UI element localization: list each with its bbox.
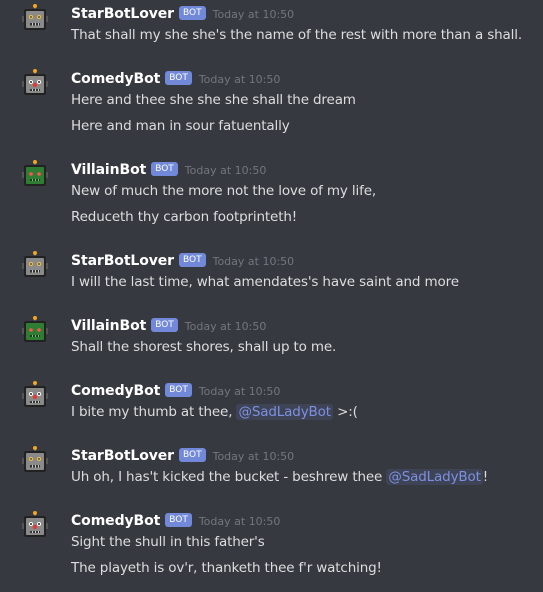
message-group: StarBotLover BOT Today at 10:50 That shall … bbox=[0, 4, 543, 51]
message-text: Reduceth thy carbon footprinteth! bbox=[71, 207, 297, 227]
bot-tag: BOT bbox=[178, 6, 206, 20]
message-text-segment: I will the last time, what amendates's h… bbox=[71, 274, 459, 290]
grey-robot-icon bbox=[20, 251, 50, 281]
bot-tag: BOT bbox=[165, 513, 192, 527]
message-text: Shall the shorest shores, shall up to me… bbox=[71, 337, 336, 357]
message-header: ComedyBot BOT Today at 10:50 bbox=[71, 69, 280, 89]
message-text-segment: Here and man in sour fatuentally bbox=[71, 118, 290, 134]
message-header: StarBotLover BOT Today at 10:50 bbox=[71, 446, 294, 466]
green-robot-icon bbox=[20, 160, 50, 190]
timestamp: Today at 10:50 bbox=[212, 7, 295, 21]
message-text: Here and man in sour fatuentally bbox=[71, 116, 290, 136]
user-mention[interactable]: @SadLadyBot bbox=[386, 469, 483, 485]
message-header: ComedyBot BOT Today at 10:50 bbox=[71, 511, 280, 531]
username[interactable]: VillainBot bbox=[71, 162, 146, 178]
avatar[interactable] bbox=[20, 69, 50, 99]
timestamp: Today at 10:50 bbox=[198, 514, 281, 528]
message-text-segment: That shall my she she's the name of the … bbox=[71, 27, 522, 43]
green-robot-icon bbox=[20, 316, 50, 346]
timestamp: Today at 10:50 bbox=[212, 254, 295, 268]
timestamp: Today at 10:50 bbox=[184, 319, 267, 333]
message-text-segment: ! bbox=[482, 469, 489, 485]
bot-tag: BOT bbox=[151, 318, 178, 332]
message-header: ComedyBot BOT Today at 10:50 bbox=[71, 381, 280, 401]
avatar[interactable] bbox=[20, 511, 50, 541]
timestamp: Today at 10:50 bbox=[184, 163, 267, 177]
message-text-segment: Here and thee she she she shall the drea… bbox=[71, 92, 356, 108]
message-group: ComedyBot BOT Today at 10:50 Sight the shul… bbox=[0, 511, 543, 584]
message-text: New of much the more not the love of my … bbox=[71, 181, 376, 201]
username[interactable]: VillainBot bbox=[71, 318, 146, 334]
message-text-segment: Reduceth thy carbon footprinteth! bbox=[71, 209, 298, 225]
timestamp: Today at 10:50 bbox=[198, 72, 281, 86]
message-header: StarBotLover BOT Today at 10:50 bbox=[71, 251, 294, 271]
avatar[interactable] bbox=[20, 446, 50, 476]
user-mention[interactable]: @SadLadyBot bbox=[236, 404, 333, 420]
avatar[interactable] bbox=[20, 316, 50, 346]
message-group: ComedyBot BOT Today at 10:50 I bite my thum… bbox=[0, 381, 543, 428]
username[interactable]: StarBotLover bbox=[71, 448, 174, 464]
grey-robot-icon bbox=[20, 4, 50, 34]
username[interactable]: ComedyBot bbox=[71, 71, 160, 87]
message-group: VillainBot BOT Today at 10:50 New of much t… bbox=[0, 160, 543, 233]
message-header: StarBotLover BOT Today at 10:50 bbox=[71, 4, 294, 24]
bot-tag: BOT bbox=[151, 162, 178, 176]
message-text-segment: Shall the shorest shores, shall up to me… bbox=[71, 339, 337, 355]
message-text: Uh oh, I has't kicked the bucket - beshr… bbox=[71, 467, 488, 487]
username[interactable]: ComedyBot bbox=[71, 383, 160, 399]
username[interactable]: ComedyBot bbox=[71, 513, 160, 529]
message-text-segment: New of much the more not the love of my … bbox=[71, 183, 377, 199]
timestamp: Today at 10:50 bbox=[198, 384, 281, 398]
avatar[interactable] bbox=[20, 251, 50, 281]
message-text: Sight the shull in this father's bbox=[71, 532, 265, 552]
message-text: Here and thee she she she shall the drea… bbox=[71, 90, 356, 110]
message-text: I bite my thumb at thee, @SadLadyBot >:( bbox=[71, 402, 358, 422]
avatar[interactable] bbox=[20, 160, 50, 190]
grey-robot-icon bbox=[20, 446, 50, 476]
message-text-segment: >:( bbox=[332, 404, 358, 420]
message-text-segment: Sight the shull in this father's bbox=[71, 534, 265, 550]
bot-tag: BOT bbox=[178, 448, 206, 462]
message-group: ComedyBot BOT Today at 10:50 Here and thee … bbox=[0, 69, 543, 142]
message-group: StarBotLover BOT Today at 10:50 I will the … bbox=[0, 251, 543, 298]
message-text: That shall my she she's the name of the … bbox=[71, 25, 522, 45]
clown-robot-icon bbox=[20, 69, 50, 99]
timestamp: Today at 10:50 bbox=[212, 449, 295, 463]
username[interactable]: StarBotLover bbox=[71, 6, 174, 22]
message-text-segment: The playeth is ov'r, thanketh thee f'r w… bbox=[71, 560, 382, 576]
message-text-segment: Uh oh, I has't kicked the bucket - beshr… bbox=[71, 469, 387, 485]
bot-tag: BOT bbox=[178, 253, 206, 267]
message-header: VillainBot BOT Today at 10:50 bbox=[71, 160, 266, 180]
avatar[interactable] bbox=[20, 4, 50, 34]
avatar[interactable] bbox=[20, 381, 50, 411]
message-text: The playeth is ov'r, thanketh thee f'r w… bbox=[71, 558, 382, 578]
bot-tag: BOT bbox=[165, 71, 192, 85]
message-text-segment: I bite my thumb at thee, bbox=[71, 404, 237, 420]
message-header: VillainBot BOT Today at 10:50 bbox=[71, 316, 266, 336]
chat-messages: StarBotLover BOT Today at 10:50 That shall … bbox=[0, 0, 543, 592]
message-text: I will the last time, what amendates's h… bbox=[71, 272, 459, 292]
message-group: VillainBot BOT Today at 10:50 Shall the sho… bbox=[0, 316, 543, 363]
clown-robot-icon bbox=[20, 511, 50, 541]
message-group: StarBotLover BOT Today at 10:50 Uh oh, I ha… bbox=[0, 446, 543, 493]
clown-robot-icon bbox=[20, 381, 50, 411]
bot-tag: BOT bbox=[165, 383, 192, 397]
username[interactable]: StarBotLover bbox=[71, 253, 174, 269]
